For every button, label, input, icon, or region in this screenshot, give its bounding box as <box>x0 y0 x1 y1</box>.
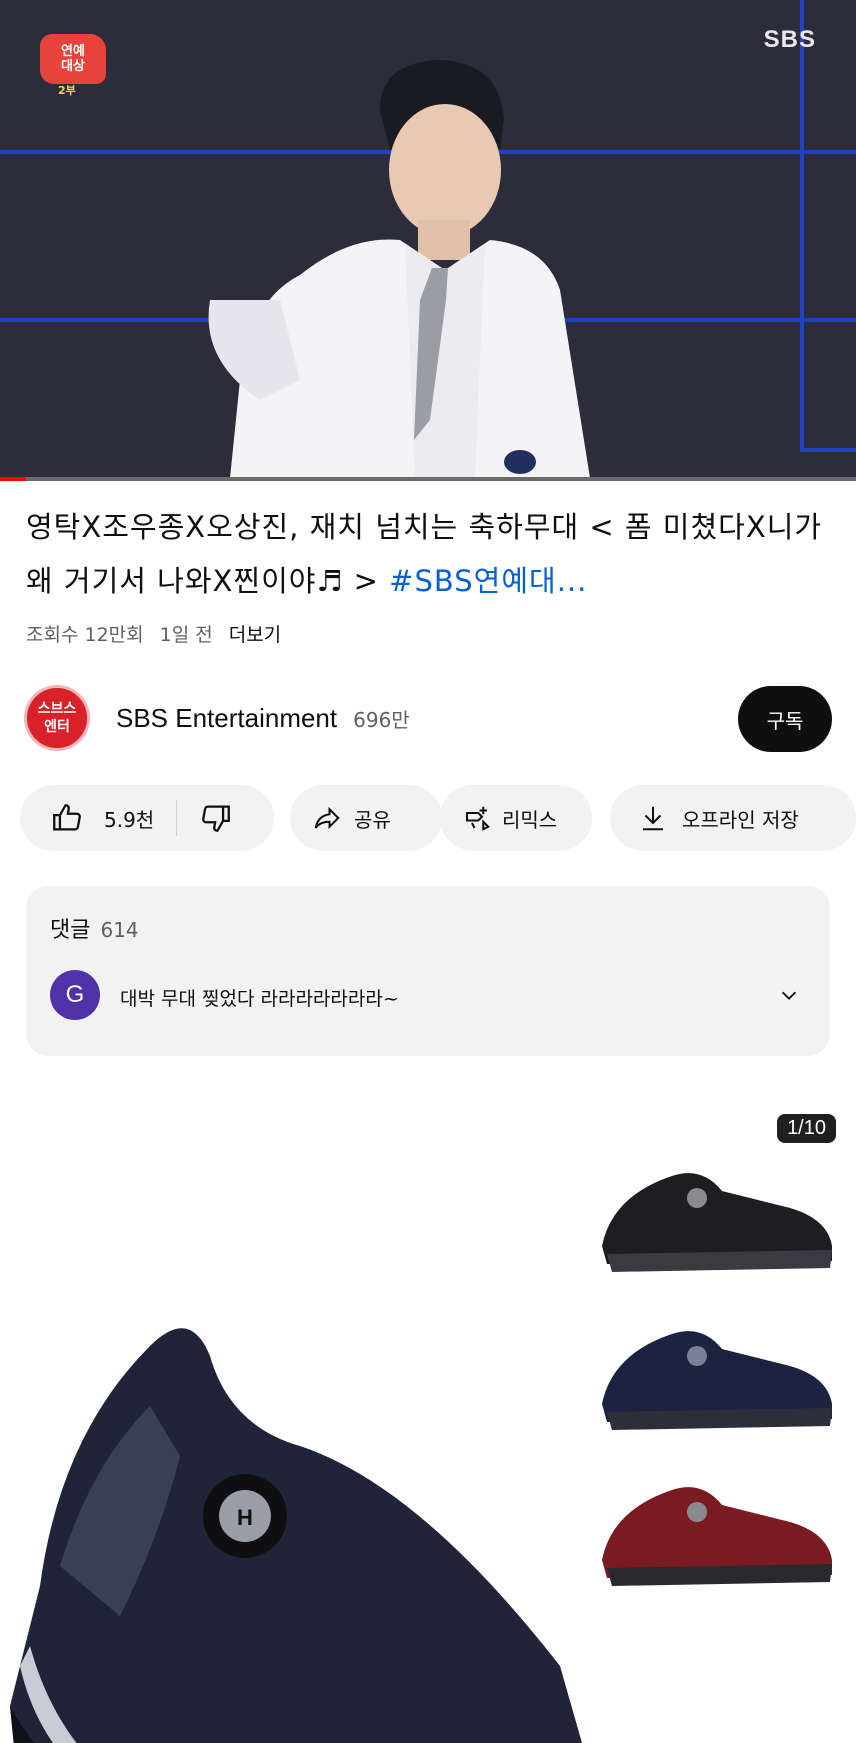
subscribe-button[interactable]: 구독 <box>738 686 832 752</box>
like-button[interactable]: 5.9천 <box>20 801 154 835</box>
remix-label: 리믹스 <box>502 807 558 832</box>
more-link[interactable]: 더보기 <box>229 620 281 647</box>
shoe-thumbnail-navy[interactable] <box>582 1294 842 1444</box>
dislike-button[interactable] <box>199 801 233 835</box>
share-button[interactable]: 공유 <box>290 785 442 851</box>
channel-name[interactable]: SBS Entertainment <box>116 703 337 734</box>
subscriber-count: 696만 <box>353 707 410 732</box>
view-count: 조회수 12만회 <box>26 624 144 646</box>
video-meta[interactable]: 조회수 12만회 1일 전 더보기 <box>26 620 281 647</box>
video-progress-bar[interactable] <box>0 477 856 481</box>
remix-icon <box>466 806 490 831</box>
thumbs-down-icon <box>202 805 231 832</box>
action-bar: 5.9천 공유 리믹스 오프라인 저장 <box>20 785 856 851</box>
channel-avatar-line1: 스브스 <box>37 701 77 717</box>
download-icon <box>643 806 663 831</box>
download-button[interactable]: 오프라인 저장 <box>610 785 856 851</box>
share-label: 공유 <box>354 807 391 832</box>
svg-text:H: H <box>237 1505 253 1530</box>
show-logo: 연예 대상 <box>40 34 106 84</box>
video-progress-fill <box>0 477 26 481</box>
upload-age: 1일 전 <box>159 624 213 646</box>
channel-row[interactable]: 스브스 엔터 SBS Entertainment 696만 구독 <box>24 684 832 752</box>
like-divider <box>176 800 178 836</box>
like-count: 5.9천 <box>104 807 155 832</box>
show-logo-line2: 대상 <box>61 59 85 74</box>
comments-panel[interactable]: 댓글 614 G 대박 무대 찢었다 라라라라라라라~ <box>26 886 830 1056</box>
show-logo-line1: 연예 <box>61 44 85 59</box>
remix-button[interactable]: 리믹스 <box>440 785 592 851</box>
performer-illustration <box>208 60 590 478</box>
like-dislike-group: 5.9천 <box>20 785 274 851</box>
comments-count: 614 <box>100 918 139 942</box>
comments-label: 댓글 <box>50 918 91 943</box>
channel-avatar-line2: 엔터 <box>44 719 70 735</box>
top-comment-text: 대박 무대 찢었다 라라라라라라라~ <box>120 988 399 1010</box>
share-icon <box>314 806 340 830</box>
shoe-thumbnail-black[interactable] <box>582 1136 842 1286</box>
chevron-down-icon[interactable] <box>778 984 800 1006</box>
channel-avatar[interactable]: 스브스 엔터 <box>24 685 90 751</box>
video-player[interactable]: 연예 대상 2부 SBS <box>0 0 856 480</box>
video-title-hashtag[interactable]: #SBS연예대... <box>389 564 587 598</box>
product-ad[interactable]: 1/10 H <box>0 1096 856 1743</box>
thumbs-up-icon <box>53 804 81 831</box>
commenter-avatar: G <box>50 970 100 1020</box>
shoe-main-image[interactable]: H <box>0 1286 600 1743</box>
video-title[interactable]: 영탁X조우종X오상진, 재치 넘치는 축하무대 < 폼 미쳤다X니가 왜 거기서… <box>26 500 832 608</box>
network-logo: SBS <box>763 26 816 53</box>
show-part-label: 2부 <box>58 84 76 97</box>
download-label: 오프라인 저장 <box>682 807 799 832</box>
comments-header: 댓글 614 <box>50 912 139 944</box>
shoe-thumbnail-red[interactable] <box>582 1450 842 1600</box>
